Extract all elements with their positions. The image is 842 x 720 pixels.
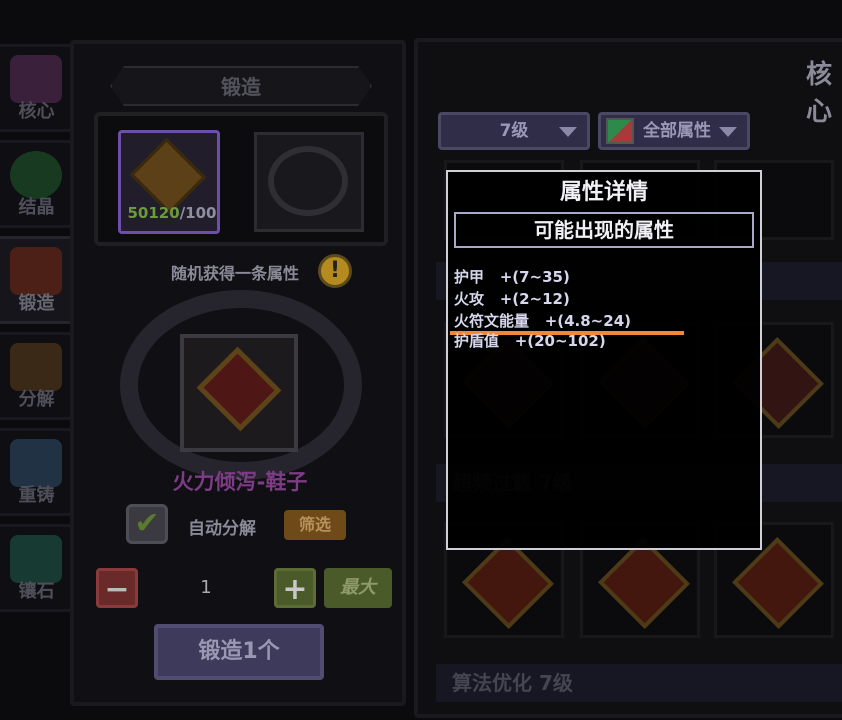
- crystal-icon: [10, 151, 62, 199]
- sidebar-item-decompose[interactable]: 分解: [0, 332, 76, 420]
- quantity-value[interactable]: 1: [150, 570, 262, 606]
- material-count: 50120/100: [124, 204, 220, 222]
- attribute-range: +(20~102): [514, 332, 606, 350]
- recast-icon: [10, 439, 62, 487]
- info-icon[interactable]: !: [318, 254, 352, 288]
- result-item-name: 火力倾泻-鞋子: [172, 470, 308, 494]
- sidebar-item-core[interactable]: 核心: [0, 44, 76, 132]
- chevron-down-icon: [559, 127, 577, 137]
- attribute-range: +(7~35): [499, 268, 570, 286]
- forge-title: 锻造: [110, 66, 372, 106]
- random-attr-text: 随机获得一条属性: [170, 264, 299, 283]
- sidebar-item-label: 核心: [18, 101, 55, 122]
- decompose-icon: [10, 343, 62, 391]
- attribute-range: +(4.8~24): [544, 312, 631, 330]
- material-have: 50120: [127, 204, 180, 222]
- chevron-down-icon: [719, 127, 737, 137]
- panel-title: 核心: [806, 60, 833, 127]
- empty-slot-icon: [268, 146, 348, 216]
- sidebar-item-label: 镶石: [18, 581, 55, 602]
- plus-button[interactable]: +: [274, 568, 316, 608]
- level-dropdown[interactable]: 7级: [438, 112, 590, 150]
- core-item-icon: [598, 537, 690, 629]
- sidebar-item-label: 锻造: [18, 293, 55, 314]
- sidebar-item-label: 结晶: [18, 197, 55, 218]
- attribute-name: 护甲: [454, 268, 485, 286]
- tooltip-subtitle: 可能出现的属性: [454, 212, 754, 248]
- core-item-icon: [462, 537, 554, 629]
- forge-icon: [10, 247, 62, 295]
- material-need: /100: [179, 204, 217, 222]
- attribute-name: 火符文能量: [454, 312, 530, 330]
- attribute-line: 火攻 +(2~12): [454, 288, 570, 309]
- attribute-line: 护甲 +(7~35): [454, 266, 570, 287]
- core-item-icon: [732, 537, 824, 629]
- attribute-range: +(2~12): [499, 290, 570, 308]
- sidebar-item-recast[interactable]: 重铸: [0, 428, 76, 516]
- max-button[interactable]: 最大: [324, 568, 392, 608]
- attribute-name: 火攻: [454, 290, 485, 308]
- inlay-icon: [10, 535, 62, 583]
- attribute-line: 火符文能量 +(4.8~24): [454, 310, 631, 331]
- sidebar-item-label: 重铸: [18, 485, 55, 506]
- sidebar-item-crystal[interactable]: 结晶: [0, 140, 76, 228]
- attribute-swatch-icon: [606, 118, 634, 144]
- auto-decompose-label: 自动分解: [188, 519, 256, 539]
- tooltip-title: 属性详情: [559, 180, 648, 205]
- section-header-algorithm: 算法优化 7级: [436, 664, 842, 702]
- sidebar-item-inlay[interactable]: 镶石: [0, 524, 76, 612]
- minus-button[interactable]: −: [96, 568, 138, 608]
- core-icon: [10, 55, 62, 103]
- sidebar-item-label: 分解: [18, 389, 55, 410]
- attribute-name: 护盾值: [454, 332, 500, 350]
- filter-button[interactable]: 筛选: [284, 510, 346, 540]
- sidebar-item-forge[interactable]: 锻造: [0, 236, 76, 324]
- forge-button[interactable]: 锻造1个: [154, 624, 324, 680]
- checkmark-icon: ✔: [134, 506, 160, 541]
- attribute-line: 护盾值 +(20~102): [454, 330, 606, 351]
- level-dropdown-value: 7级: [499, 121, 529, 141]
- attribute-dropdown-value: 全部属性: [643, 121, 711, 141]
- auto-decompose-checkbox[interactable]: ✔: [126, 504, 168, 544]
